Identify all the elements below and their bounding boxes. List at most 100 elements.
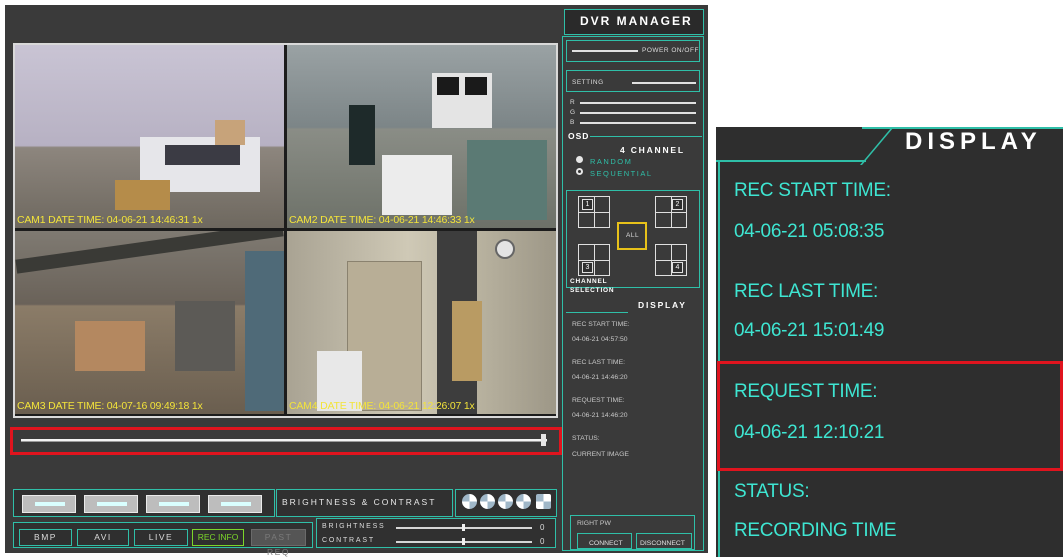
power-bar [572,50,638,52]
disconnect-label: DISCONNECT [640,540,685,547]
preset-icon[interactable] [462,494,477,509]
app-title: DVR MANAGER [580,14,693,28]
sequential-label[interactable]: SEQUENTIAL [590,169,653,178]
contrast-label: CONTRAST [322,537,375,544]
boxes [75,321,145,371]
divider [718,160,720,557]
sequential-radio[interactable] [576,168,583,175]
zoom-status-value: RECORDING TIME [734,520,897,541]
camera-caption: CAM1 DATE TIME: 04-06-21 14:46:31 1x [17,214,203,226]
fast-forward-icon [221,502,251,506]
camera-view-1[interactable]: CAM1 DATE TIME: 04-06-21 14:46:31 1x [15,45,284,228]
person [349,105,375,165]
request-value: 04-06-21 14:46:20 [572,412,628,419]
channel-2-label: 2 [672,199,683,210]
channel-selection-label: CHANNEL [570,278,608,285]
avi-button[interactable]: AVI [77,529,129,546]
random-radio[interactable] [576,156,583,163]
setting-button[interactable]: SETTING [572,79,604,86]
brightness-thumb[interactable] [462,524,465,531]
divider [566,312,628,313]
all-label: ALL [626,232,640,239]
brightness-label: BRIGHTNESS [322,523,386,530]
camera-caption: CAM4 DATE TIME: 04-06-21 12:26:07 1x [289,400,475,412]
rewind-button[interactable] [84,495,138,513]
rec-start-value: 04-06-21 04:57:50 [572,336,628,343]
rec-info-button[interactable]: REC INFO [192,529,244,546]
zoom-rec-last-value: 04-06-21 15:01:49 [734,320,885,341]
boxes [115,180,170,210]
window-frame [245,251,284,411]
box [215,120,245,145]
rec-last-label: REC LAST TIME: [572,359,626,366]
camera-caption: CAM2 DATE TIME: 04-06-21 14:46:33 1x [289,214,475,226]
fast-rewind-button[interactable] [22,495,76,513]
green-label: G [570,109,576,116]
monitor [437,77,459,95]
camera-view-2[interactable]: CAM2 DATE TIME: 04-06-21 14:46:33 1x [287,45,556,228]
request-time-highlight [717,361,1063,471]
camera-image [15,45,284,228]
brightness-value: 0 [540,523,545,532]
red-label: R [570,99,576,106]
channel-selection-label-2: SELECTION [570,287,615,294]
divider [590,136,702,137]
video-grid: CAM1 DATE TIME: 04-06-21 14:46:31 1x CAM… [13,43,558,418]
zoom-rec-last-label: REC LAST TIME: [734,281,878,302]
power-button[interactable]: POWER ON/OFF [642,47,699,54]
play-button[interactable] [146,495,200,513]
monitor [465,77,487,95]
contrast-thumb[interactable] [462,538,465,545]
request-label: REQUEST TIME: [572,397,625,404]
divider [716,160,866,162]
channel-1-label: 1 [582,199,593,210]
zoom-rec-start-label: REC START TIME: [734,180,891,201]
wall-clock [495,239,515,259]
zoom-request-value: 04-06-21 12:10:21 [734,422,885,443]
past-req-button[interactable]: PAST REQ [251,529,306,557]
workbench [175,301,235,371]
random-label[interactable]: RANDOM [590,157,632,166]
connect-label: CONNECT [589,540,623,547]
brightness-contrast-label: BRIGHTNESS & CONTRAST [282,497,437,507]
osd-label[interactable]: OSD [568,131,589,141]
shelving [467,140,547,220]
green-slider[interactable] [580,112,696,114]
rewind-icon [97,502,127,506]
preset-icon[interactable] [516,494,531,509]
zoom-request-label: REQUEST TIME: [734,381,878,402]
blue-label: B [570,119,575,126]
preset-icon[interactable] [480,494,495,509]
rec-last-value: 04-06-21 14:46:20 [572,374,628,381]
seek-thumb[interactable] [541,434,546,446]
camera-image [287,45,556,228]
zoom-display-title: DISPLAY [905,128,1042,155]
channel-4-label: 4 [672,262,683,273]
channel-count: 4 CHANNEL [620,145,685,155]
preset-icon[interactable] [498,494,513,509]
boxes [452,301,482,381]
vent [165,145,240,165]
camera-view-3[interactable]: CAM3 DATE TIME: 04-07-16 09:49:18 1x [15,231,284,414]
red-slider[interactable] [580,102,696,104]
camera-view-4[interactable]: CAM4 DATE TIME: 04-06-21 12:26:07 1x [287,231,556,414]
display-title: DISPLAY [638,300,687,310]
setting-bar [632,82,696,84]
live-button[interactable]: LIVE [134,529,188,546]
camera-image [15,231,284,414]
fast-forward-button[interactable] [208,495,262,513]
bmp-button[interactable]: BMP [19,529,72,546]
zoom-rec-start-value: 04-06-21 05:08:35 [734,221,885,242]
rec-start-label: REC START TIME: [572,321,630,328]
camera-caption: CAM3 DATE TIME: 04-07-16 09:49:18 1x [17,400,203,412]
channel-3-label: 3 [582,262,593,273]
play-icon [159,502,189,506]
zoom-status-label: STATUS: [734,481,810,502]
seek-slider[interactable] [21,439,547,442]
stacked-units [382,155,452,215]
status-value: CURRENT IMAGE [572,451,629,458]
right-pw-label: RIGHT PW [577,520,611,527]
blue-slider[interactable] [580,122,696,124]
preset-icon[interactable] [536,494,551,509]
contrast-value: 0 [540,537,545,546]
